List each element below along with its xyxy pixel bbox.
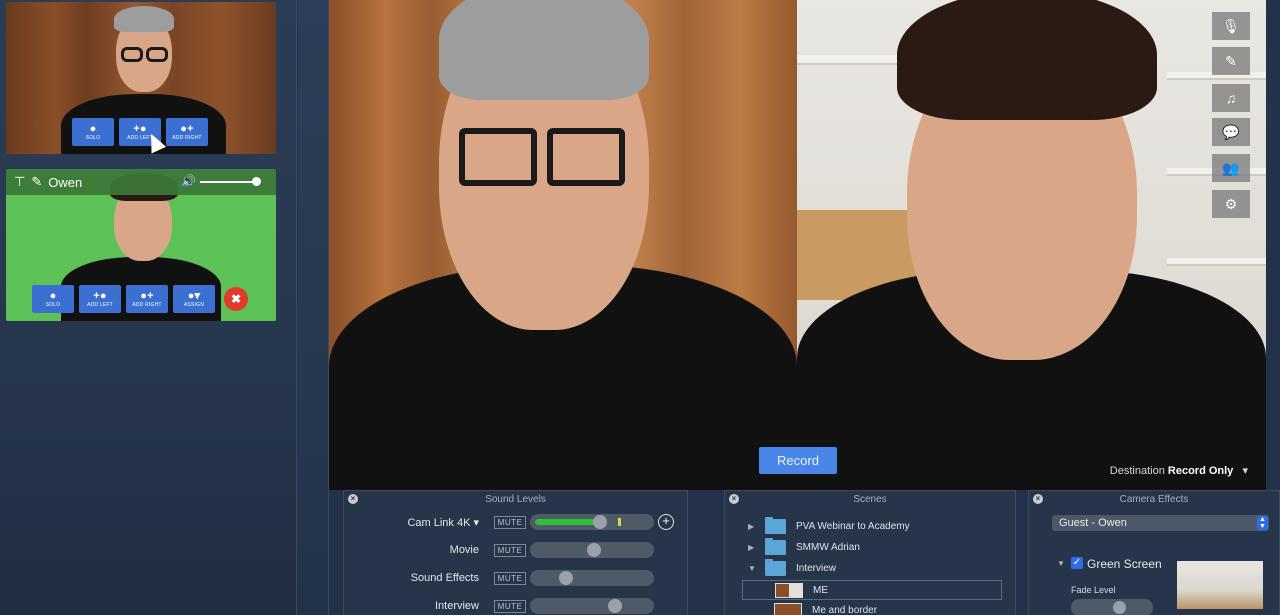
settings-gear-icon: ⚙ — [1224, 195, 1238, 212]
scene-item[interactable]: ME — [742, 580, 1002, 600]
settings-button[interactable]: ⚙ — [1212, 190, 1250, 218]
record-button[interactable]: Record — [759, 447, 837, 474]
add-right-button[interactable]: ●+ ADD RIGHT — [126, 285, 168, 313]
guest-volume-slider[interactable] — [200, 181, 258, 183]
slider-knob[interactable] — [607, 599, 622, 613]
close-icon: ✖ — [230, 292, 242, 306]
add-right-button[interactable]: ●+ ADD RIGHT — [166, 118, 208, 146]
sound-row-interview: Interview MUTE — [344, 597, 687, 615]
slider-knob[interactable] — [593, 515, 608, 529]
add-left-button[interactable]: +● ADD LEFT — [79, 285, 121, 313]
person-icon: ● — [89, 123, 97, 135]
green-screen-label: Green Screen — [1087, 557, 1162, 571]
sound-label: Movie — [449, 544, 479, 556]
remove-guest-button[interactable]: ✖ — [224, 287, 248, 311]
solo-button[interactable]: ● SOLO — [32, 285, 74, 313]
sound-row-cam-link: Cam Link 4K ▾ MUTE + — [344, 513, 687, 533]
magic-wand-icon: ✎ — [1225, 52, 1237, 69]
audio-settings-button[interactable]: 🎙 — [1212, 12, 1250, 40]
audio-settings-icon: 🎙 — [1222, 17, 1240, 34]
mute-button[interactable]: MUTE — [494, 572, 526, 585]
add-left-icon: +● — [93, 290, 107, 302]
green-screen-checkbox[interactable]: ✓ — [1071, 557, 1083, 569]
folder-icon — [765, 559, 786, 576]
scenes-panel: × Scenes ▶ PVA Webinar to Academy ▶ SMMW… — [724, 490, 1016, 615]
guest-volume-knob[interactable] — [252, 177, 261, 186]
sound-row-sound-effects: Sound Effects MUTE — [344, 569, 687, 589]
add-source-button[interactable]: + — [658, 514, 674, 530]
panel-title: Scenes — [853, 494, 887, 505]
host-video-feed — [329, 0, 797, 490]
guest-video-feed — [797, 0, 1266, 490]
chat-icon: 💬 — [1222, 123, 1240, 140]
sidebar-divider[interactable] — [298, 0, 329, 615]
scene-thumbnail — [774, 603, 802, 615]
plus-icon: + — [662, 513, 670, 528]
guest-name: Owen — [48, 174, 83, 190]
slider-knob[interactable] — [559, 571, 573, 585]
scene-thumbnail — [775, 583, 803, 598]
camera-effects-panel: × Camera Effects Guest - Owen ▲ ▼ ▼ ✓ Gre… — [1028, 490, 1280, 615]
guests-button[interactable]: 👥 — [1212, 154, 1250, 182]
volume-slider[interactable] — [530, 514, 654, 530]
disclosure-right-icon[interactable]: ▶ — [748, 522, 754, 531]
add-left-icon: +● — [133, 123, 147, 135]
solo-button[interactable]: ● SOLO — [72, 118, 114, 146]
guest-camera-thumbnail[interactable]: ⊤ ✎ Owen 🔊 ● SOLO +● ADD LEFT ●+ ADD RIG… — [6, 169, 276, 321]
source-dropdown[interactable]: Cam Link 4K ▾ — [407, 516, 479, 529]
add-right-icon: ●+ — [140, 290, 154, 302]
disclosure-down-icon[interactable]: ▼ — [748, 564, 756, 573]
sound-levels-panel: × Sound Levels Cam Link 4K ▾ MUTE + Movi… — [343, 490, 688, 615]
text-tool-icon[interactable]: ⊤ — [14, 174, 25, 190]
magic-wand-button[interactable]: ✎ — [1212, 47, 1250, 75]
add-right-icon: ●+ — [180, 123, 194, 135]
folder-icon — [765, 517, 786, 534]
edit-pencil-icon[interactable]: ✎ — [31, 174, 42, 190]
main-stage: Record Destination Record Only ▾ — [329, 0, 1266, 490]
mute-button[interactable]: MUTE — [494, 516, 526, 529]
panel-title: Sound Levels — [485, 494, 546, 505]
music-icon: ♫ — [1225, 90, 1237, 106]
fade-level-label: Fade Level — [1071, 585, 1116, 595]
scene-folder[interactable]: ▶ SMMW Adrian — [725, 538, 1015, 558]
sound-label: Sound Effects — [410, 572, 479, 584]
volume-slider[interactable] — [530, 598, 654, 614]
assign-button[interactable]: ●▾ ASSIGN — [173, 285, 215, 313]
slider-knob[interactable] — [587, 543, 602, 557]
sound-label: Interview — [434, 600, 479, 612]
fade-level-slider[interactable] — [1071, 599, 1153, 615]
volume-slider[interactable] — [530, 542, 654, 558]
disclosure-right-icon[interactable]: ▶ — [748, 543, 754, 552]
host-camera-thumbnail[interactable]: ● SOLO +● ADD LEFT ●+ ADD RIGHT — [6, 2, 276, 154]
level-meter — [535, 519, 596, 525]
folder-icon — [765, 538, 786, 555]
sidebar: ● SOLO +● ADD LEFT ●+ ADD RIGHT ⊤ ✎ Owen — [0, 0, 297, 615]
destination-selector[interactable]: Destination Record Only ▾ — [1110, 464, 1248, 477]
music-button[interactable]: ♫ — [1212, 84, 1250, 112]
assign-icon: ●▾ — [187, 290, 201, 302]
volume-icon: 🔊 — [181, 174, 196, 188]
slider-knob[interactable] — [1112, 601, 1126, 614]
scene-item[interactable]: Me and border — [742, 601, 1002, 615]
scene-folder[interactable]: ▼ Interview — [725, 559, 1015, 579]
scene-folder[interactable]: ▶ PVA Webinar to Academy — [725, 517, 1015, 537]
mute-button[interactable]: MUTE — [494, 544, 526, 557]
background-preview-image[interactable] — [1177, 561, 1263, 609]
peak-indicator — [618, 518, 621, 526]
volume-slider[interactable] — [530, 570, 654, 586]
updown-chevron-icon: ▲ ▼ — [1257, 516, 1268, 530]
mute-button[interactable]: MUTE — [494, 600, 526, 613]
camera-source-select[interactable]: Guest - Owen ▲ ▼ — [1052, 515, 1269, 531]
chevron-down-icon: ▾ — [1236, 465, 1248, 477]
person-icon: ● — [49, 290, 57, 302]
chat-button[interactable]: 💬 — [1212, 118, 1250, 146]
panel-title: Camera Effects — [1119, 494, 1189, 505]
guests-icon: 👥 — [1222, 159, 1240, 176]
sound-row-movie: Movie MUTE — [344, 541, 687, 561]
disclosure-down-icon[interactable]: ▼ — [1057, 559, 1065, 568]
